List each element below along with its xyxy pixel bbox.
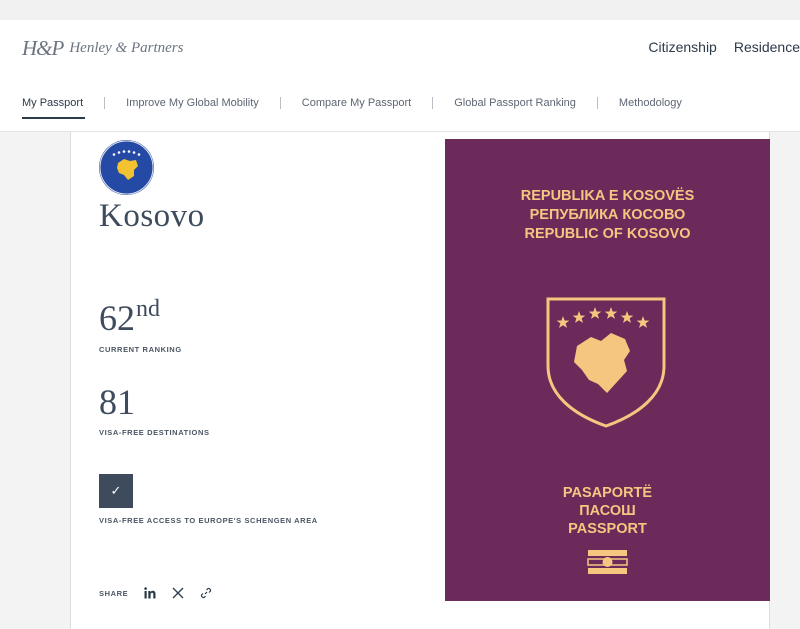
tab-improve-global-mobility[interactable]: Improve My Global Mobility [126, 97, 259, 109]
link-icon[interactable] [200, 587, 212, 599]
passport-cover: REPUBLIKA E KOSOVËS РЕПУБЛИКА КОСОВО REP… [445, 139, 770, 601]
passport-label-english: PASSPORT [568, 521, 647, 537]
visa-free-count: 81 [99, 382, 135, 422]
country-name: Kosovo [99, 198, 205, 234]
x-icon[interactable] [172, 587, 184, 599]
logo-text: Henley & Partners [69, 40, 184, 56]
ranking-number: 62 [99, 298, 135, 338]
share-label: SHARE [99, 588, 129, 598]
linkedin-icon[interactable] [144, 587, 156, 599]
passport-title: REPUBLIKA E KOSOVËS РЕПУБЛИКА КОСОВО REP… [445, 187, 770, 244]
tab-compare-passport[interactable]: Compare My Passport [302, 97, 411, 109]
divider [104, 97, 106, 109]
coat-of-arms-icon [546, 297, 666, 428]
divider [596, 97, 598, 109]
passport-title-serbian: РЕПУБЛИКА КОСОВО [529, 207, 686, 223]
tab-methodology[interactable]: Methodology [619, 97, 682, 109]
divider [279, 97, 281, 109]
kosovo-flag-icon [99, 140, 154, 195]
site-header: H&P Henley & Partners Citizenship Reside… [0, 20, 800, 76]
passport-label-serbian: ПАСОШ [579, 503, 636, 519]
schengen-label: VISA-FREE ACCESS TO EUROPE'S SCHENGEN AR… [99, 516, 318, 525]
biometric-chip-icon [587, 550, 628, 574]
logo-mark: H&P [22, 36, 64, 60]
passport-title-albanian: REPUBLIKA E KOSOVËS [520, 188, 695, 204]
passport-label-albanian: PASAPORTË [562, 485, 653, 501]
passport-subnav: My Passport Improve My Global Mobility C… [0, 76, 800, 132]
henley-partners-logo[interactable]: H&P Henley & Partners [22, 36, 183, 61]
passport-title-english: REPUBLIC OF KOSOVO [524, 226, 691, 242]
divider [432, 97, 434, 109]
schengen-check-icon: ✓ [99, 474, 133, 508]
ranking-label: CURRENT RANKING [99, 345, 182, 354]
ranking-suffix: nd [136, 296, 160, 322]
passport-card: Kosovo 62nd CURRENT RANKING 81 VISA-FREE… [70, 132, 770, 629]
passport-label: PASAPORTË ПАСОШ PASSPORT [445, 484, 770, 538]
share-bar: SHARE [99, 587, 212, 599]
nav-residence[interactable]: Residence [734, 39, 800, 55]
tab-my-passport[interactable]: My Passport [22, 97, 86, 119]
ranking-value: 62nd [99, 296, 160, 339]
visa-free-label: VISA-FREE DESTINATIONS [99, 428, 210, 437]
browser-top-strip [0, 0, 800, 20]
header-nav: Citizenship Residence [631, 39, 800, 55]
tab-global-passport-ranking[interactable]: Global Passport Ranking [454, 97, 576, 109]
nav-citizenship[interactable]: Citizenship [648, 39, 716, 55]
